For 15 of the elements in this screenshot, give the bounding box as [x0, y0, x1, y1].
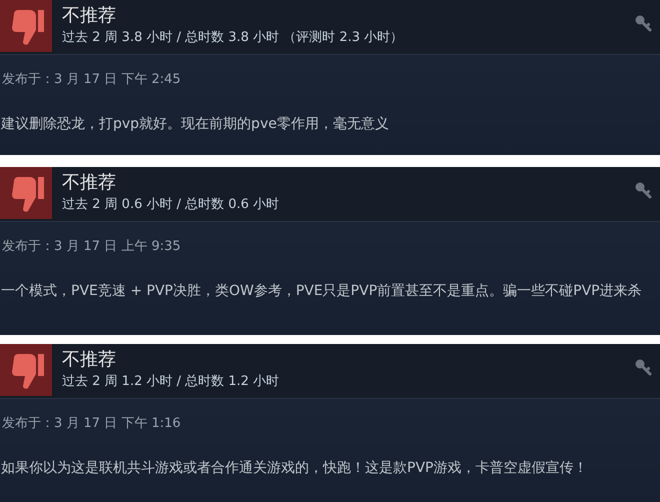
key-icon — [634, 358, 652, 376]
posted-date: 发布于：3 月 17 日 下午 2:45 — [1, 71, 182, 89]
playtime-text: 过去 2 周 3.8 小时 / 总时数 3.8 小时 （评测时 2.3 小时） — [62, 29, 404, 47]
review-text: 一个模式，PVE竞速 + PVP决胜，类OW参考，PVE只是PVP前置甚至不是重点。骗一些不碰PVP进来杀 — [0, 282, 643, 301]
review-text: 建议删除恐龙，打pvp就好。现在前期的pve零作用，毫无意义 — [0, 115, 390, 134]
posted-date: 发布于：3 月 17 日 下午 1:16 — [1, 415, 182, 433]
playtime-text: 过去 2 周 1.2 小时 / 总时数 1.2 小时 — [62, 373, 280, 391]
review-verdict: 不推荐 — [62, 348, 117, 372]
review-verdict: 不推荐 — [62, 171, 117, 195]
review-text: 如果你以为这是联机共斗游戏或者合作通关游戏的，快跑！这是款PVP游戏，卡普空虚假宣传！ — [0, 459, 588, 478]
review-verdict: 不推荐 — [62, 4, 117, 28]
playtime-text: 过去 2 周 0.6 小时 / 总时数 0.6 小时 — [62, 196, 280, 214]
key-icon — [634, 14, 652, 32]
key-icon — [634, 181, 652, 199]
posted-date: 发布于：3 月 17 日 上午 9:35 — [1, 238, 182, 256]
